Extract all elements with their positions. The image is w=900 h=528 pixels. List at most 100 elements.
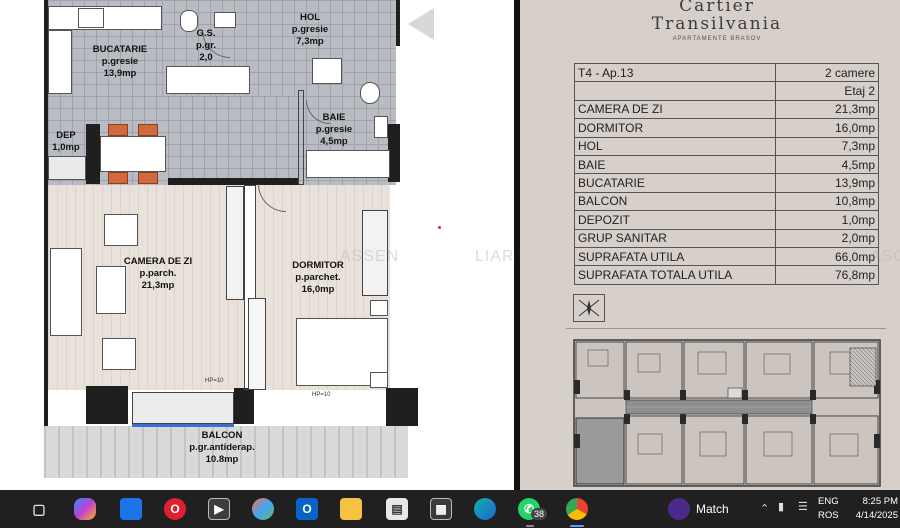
active-indicator [526, 525, 534, 527]
apartment-floor: Etaj 2 [775, 81, 879, 101]
table-row: CAMERA DE ZI 21,3mp [574, 99, 879, 120]
spec-label: GRUP SANITAR [574, 228, 776, 248]
wall-bottom-right [386, 388, 418, 426]
table-row: BUCATARIE 13,9mp [574, 173, 879, 193]
floor-plan: BUCATARIE p.gresie 13,9mp G.S. p.gr. 2,0… [0, 0, 520, 490]
brand-logo: Cartier Transilvania APARTAMENTE BRASOV [520, 0, 900, 42]
taskbar: ▢ O ▶ O ▤ ▩ ✆ ⌃ ▮ ☰ [0, 490, 900, 528]
chevron-up-icon[interactable]: ⌃ [760, 502, 769, 515]
notification-badge: 38 [531, 508, 548, 520]
match-news-icon[interactable] [668, 498, 690, 520]
battery-icon[interactable]: ▮ [778, 500, 784, 513]
hp-label: HP=10 [205, 378, 224, 384]
paint-icon[interactable] [252, 498, 274, 520]
remote-desktop-icon[interactable]: ▩ [430, 498, 452, 520]
spec-value: 13,9mp [775, 173, 879, 193]
armchair [102, 338, 136, 370]
kitchen-counter [48, 6, 162, 30]
media-player-icon[interactable]: ▶ [208, 498, 230, 520]
bathtub [306, 150, 390, 178]
table-row: BAIE 4,5mp [574, 154, 879, 175]
wardrobe-left-panel [248, 298, 266, 390]
spec-value: 1,0mp [775, 210, 879, 230]
empty-cell [574, 81, 776, 101]
stove [78, 8, 104, 28]
apartment-label: T4 - Ap.13 [574, 62, 776, 83]
spec-value: 66,0mp [775, 246, 879, 267]
lang-line-1: ENG [818, 496, 839, 507]
spec-label: SUPRAFATA UTILA [574, 246, 776, 267]
task-view-icon[interactable]: ▢ [28, 498, 50, 520]
coffee-table [96, 266, 126, 314]
table-row: BALCON 10,8mp [574, 191, 879, 212]
panel-divider [566, 328, 886, 329]
fridge [48, 30, 72, 94]
chair [138, 124, 158, 136]
washing-machine [312, 58, 342, 84]
armchair [104, 214, 138, 246]
room-label-dormitor: DORMITOR p.parchet. 16,0mp [292, 260, 344, 295]
previous-image-arrow-icon[interactable] [404, 6, 438, 42]
bath-sink [360, 82, 380, 104]
watermark: ASSEN [340, 248, 400, 265]
spec-label: CAMERA DE ZI [574, 99, 776, 120]
edge-icon[interactable] [474, 498, 496, 520]
table-row: DEPOZIT 1,0mp [574, 210, 879, 230]
chair [108, 124, 128, 136]
spec-value: 21,3mp [775, 99, 879, 120]
microsoft-store-icon[interactable] [120, 498, 142, 520]
clock-time: 8:25 PM [862, 496, 898, 507]
wall-right [396, 0, 400, 46]
table-row: SUPRAFATA TOTALA UTILA 76,8mp [574, 265, 879, 285]
balcony-step [132, 392, 234, 424]
nightstand [370, 372, 388, 388]
clock[interactable]: 8:25 PM 4/14/2025 [852, 495, 898, 523]
balcony-rail [132, 424, 234, 427]
apartment-spec-table: T4 - Ap.13 2 camere Etaj 2 CAMERA DE ZI 2… [574, 62, 879, 285]
wardrobe-living [226, 186, 244, 300]
news-widget-text[interactable]: Match [696, 502, 729, 516]
storage-closet [48, 156, 86, 180]
file-explorer-icon[interactable] [340, 498, 362, 520]
apartment-rooms: 2 camere [775, 62, 879, 83]
language-indicator[interactable]: ENG ROS [818, 495, 839, 523]
partition-bath [298, 90, 304, 185]
nightstand [370, 300, 388, 316]
table-row: Etaj 2 [574, 81, 879, 101]
table-row: HOL 7,3mp [574, 136, 879, 156]
spec-label: BALCON [574, 191, 776, 212]
spec-label: SUPRAFATA TOTALA UTILA [574, 265, 776, 285]
table-row: DORMITOR 16,0mp [574, 118, 879, 138]
lang-line-2: ROS [818, 510, 839, 521]
room-label-dep: DEP 1,0mp [52, 130, 80, 153]
table-row: GRUP SANITAR 2,0mp [574, 228, 879, 248]
spec-label: BAIE [574, 154, 776, 175]
spec-value: 4,5mp [775, 154, 879, 175]
room-label-gs: G.S. p.gr. 2,0 [195, 28, 217, 63]
chrome-icon[interactable] [566, 498, 588, 520]
spec-label: BUCATARIE [574, 173, 776, 193]
active-indicator [570, 525, 584, 527]
compass-icon [573, 294, 605, 322]
opera-icon[interactable]: O [164, 498, 186, 520]
hall-cabinet [166, 66, 250, 94]
bath-toilet [374, 116, 388, 138]
spec-value: 7,3mp [775, 136, 879, 156]
table-row: SUPRAFATA UTILA 66,0mp [574, 246, 879, 267]
wifi-icon[interactable]: ☰ [798, 500, 808, 513]
wall-kitchen-dining [86, 124, 100, 184]
notepad-icon[interactable]: ▤ [386, 498, 408, 520]
spec-label: DEPOZIT [574, 210, 776, 230]
copilot-icon[interactable] [74, 498, 96, 520]
wall-bottom-left [86, 386, 128, 424]
hp-label: HP=10 [312, 392, 331, 398]
spec-value: 16,0mp [775, 118, 879, 138]
wc-sink [214, 12, 236, 28]
spec-value: 76,8mp [775, 265, 879, 285]
building-keyplan [568, 334, 886, 490]
wall-bottom-mid [234, 388, 254, 424]
outlook-icon[interactable]: O [296, 498, 318, 520]
room-label-baie: BAIE p.gresie 4,5mp [315, 112, 353, 147]
spec-value: 2,0mp [775, 228, 879, 248]
spec-label: HOL [574, 136, 776, 156]
